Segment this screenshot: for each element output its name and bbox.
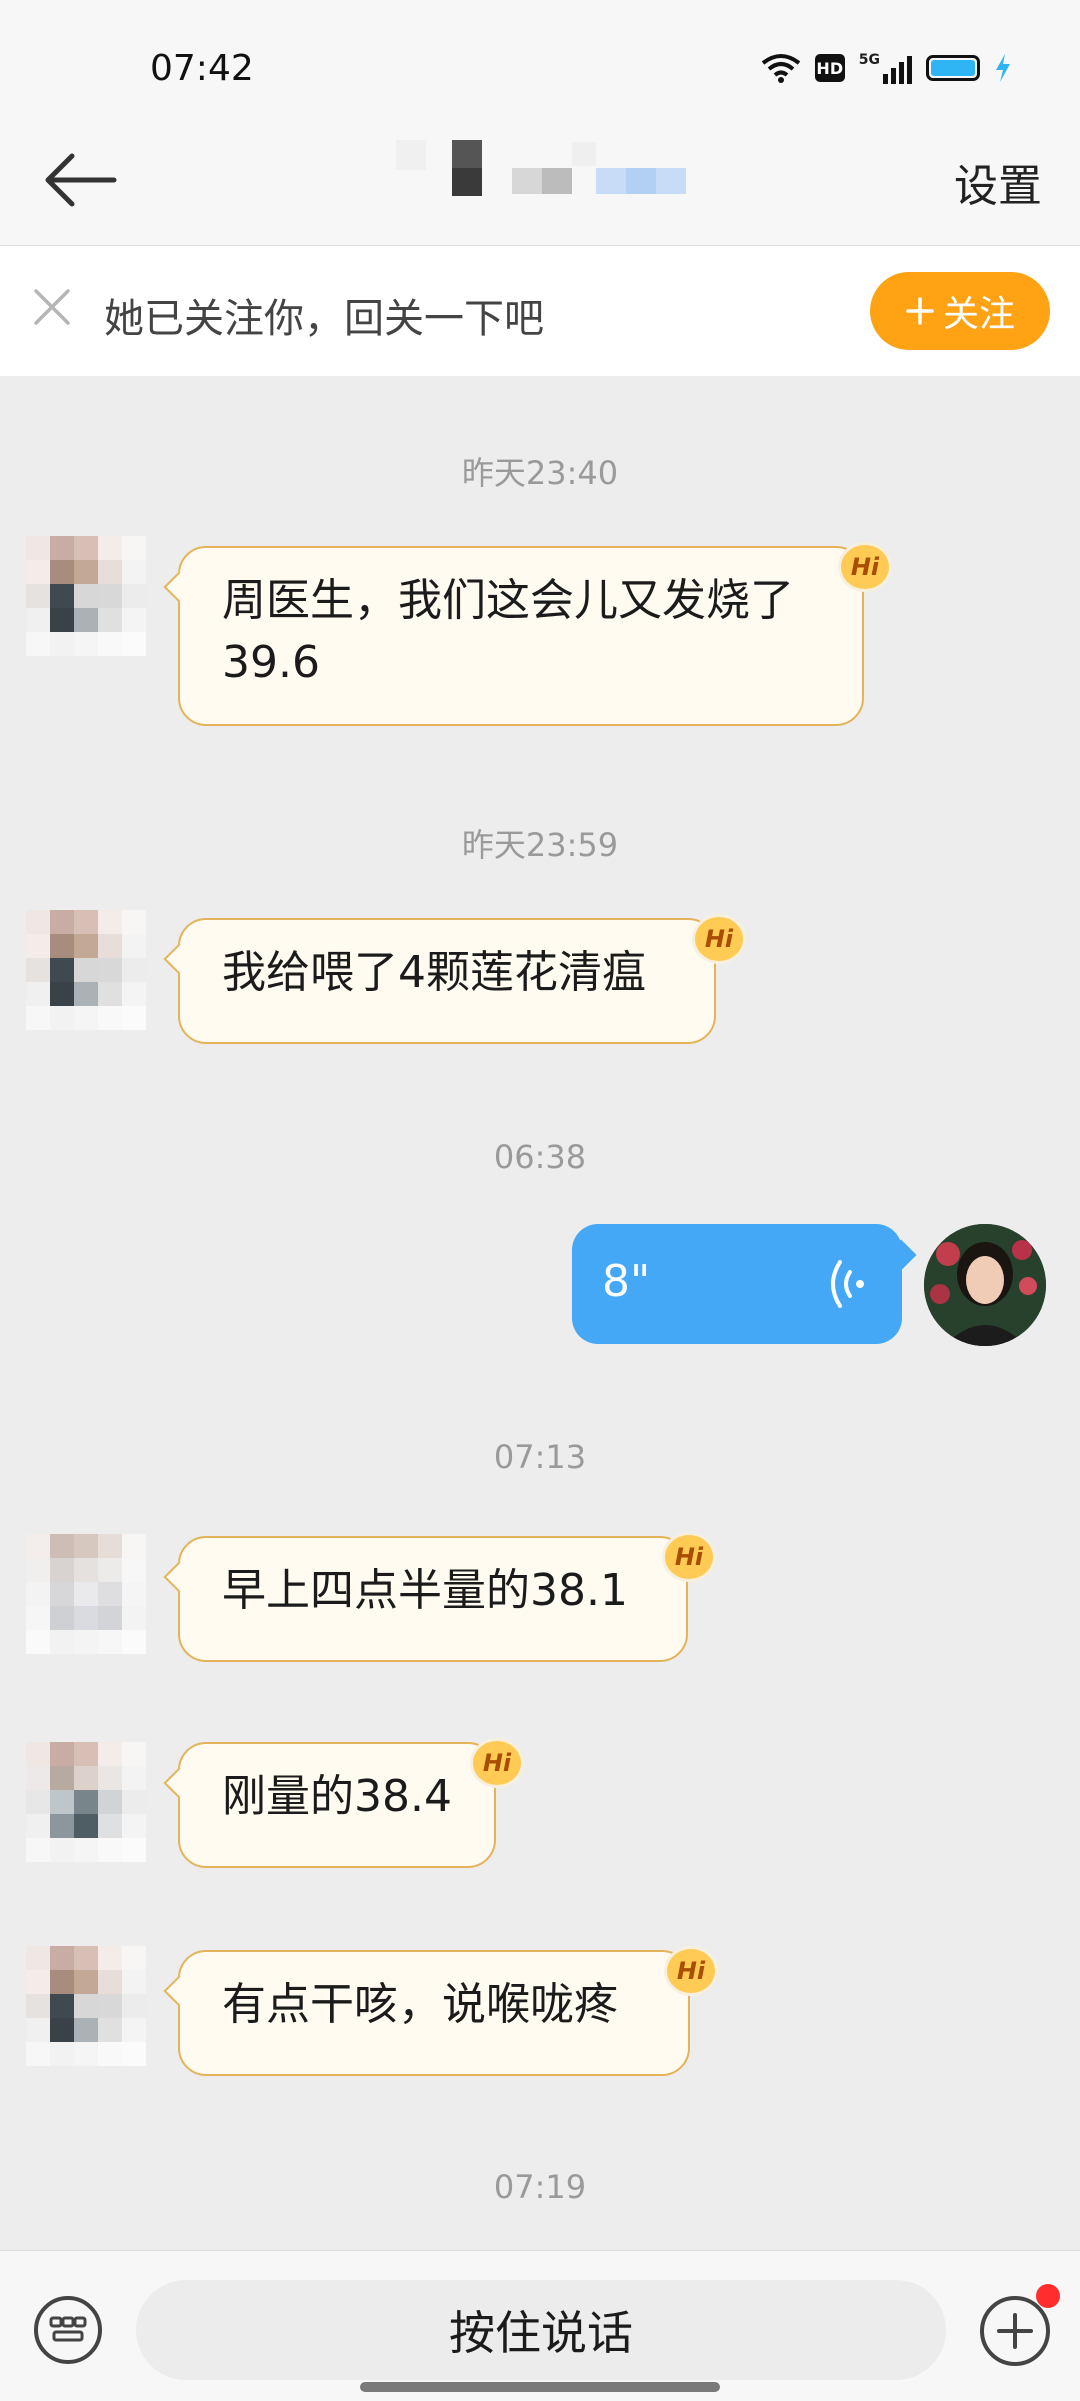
avatar[interactable] <box>26 536 146 656</box>
signal-5g-icon: 5G <box>859 52 912 84</box>
avatar[interactable] <box>26 910 146 1030</box>
arrow-left-icon <box>45 153 117 207</box>
plus-icon <box>906 297 934 325</box>
message-text: 有点干咳，说喉咙疼 <box>222 1979 618 2030</box>
message-bubble[interactable]: 有点干咳，说喉咙疼 <box>178 1950 690 2076</box>
timestamp: 昨天23:59 <box>461 826 619 864</box>
avatar[interactable] <box>26 1742 146 1862</box>
follow-button[interactable]: 关注 <box>870 272 1050 350</box>
follow-button-label: 关注 <box>942 294 1015 335</box>
message-bubble[interactable]: 刚量的38.4 <box>178 1742 496 1868</box>
status-icons: HD 5G <box>761 52 1012 84</box>
close-icon[interactable] <box>30 285 74 329</box>
contact-name-blurred <box>396 138 686 198</box>
hold-to-talk-label: 按住说话 <box>449 2306 633 2360</box>
self-avatar[interactable] <box>924 1224 1046 1346</box>
message-text: 刚量的38.4 <box>222 1771 452 1822</box>
avatar[interactable] <box>26 1946 146 2066</box>
timestamp: 07:13 <box>493 1438 587 1476</box>
plus-circle-icon <box>997 2313 1033 2349</box>
wifi-icon <box>761 54 800 83</box>
battery-icon <box>926 55 980 81</box>
hi-badge: Hi <box>662 1532 716 1582</box>
hi-badge: Hi <box>470 1738 524 1788</box>
self-avatar-image <box>924 1224 1046 1346</box>
voice-duration: 8" <box>602 1256 651 1307</box>
hi-badge: Hi <box>664 1946 718 1996</box>
message-bubble[interactable]: 周医生，我们这会儿又发烧了39.6 <box>178 546 864 726</box>
message-text: 我给喂了4颗莲花清瘟 <box>222 947 646 998</box>
voice-message-bubble[interactable]: 8" <box>572 1224 902 1344</box>
back-button[interactable] <box>40 145 120 215</box>
home-indicator[interactable] <box>360 2382 720 2392</box>
keyboard-toggle-button[interactable] <box>34 2296 102 2364</box>
hi-badge: Hi <box>692 914 746 964</box>
message-text: 早上四点半量的38.1 <box>222 1565 628 1616</box>
hold-to-talk-button[interactable]: 按住说话 <box>136 2280 946 2380</box>
message-bubble[interactable]: 我给喂了4颗莲花清瘟 <box>178 918 716 1044</box>
message-text: 周医生，我们这会儿又发烧了39.6 <box>222 575 794 688</box>
keyboard-icon <box>49 2316 87 2342</box>
hd-icon: HD <box>814 54 845 82</box>
timestamp: 昨天23:40 <box>461 454 619 492</box>
more-options-button[interactable] <box>980 2296 1050 2366</box>
status-time: 07:42 <box>150 48 254 89</box>
follow-suggestion-text: 她已关注你，回关一下吧 <box>104 296 544 342</box>
timestamp: 07:19 <box>493 2168 587 2206</box>
hi-badge: Hi <box>838 542 892 592</box>
settings-button[interactable]: 设置 <box>954 150 1042 214</box>
message-bubble[interactable]: 早上四点半量的38.1 <box>178 1536 688 1662</box>
signal-5g-label: 5G <box>858 52 880 68</box>
avatar[interactable] <box>26 1534 146 1654</box>
charging-icon <box>996 54 1010 82</box>
notification-dot <box>1036 2284 1060 2308</box>
voice-wave-icon <box>831 1260 864 1308</box>
timestamp: 06:38 <box>493 1138 587 1176</box>
